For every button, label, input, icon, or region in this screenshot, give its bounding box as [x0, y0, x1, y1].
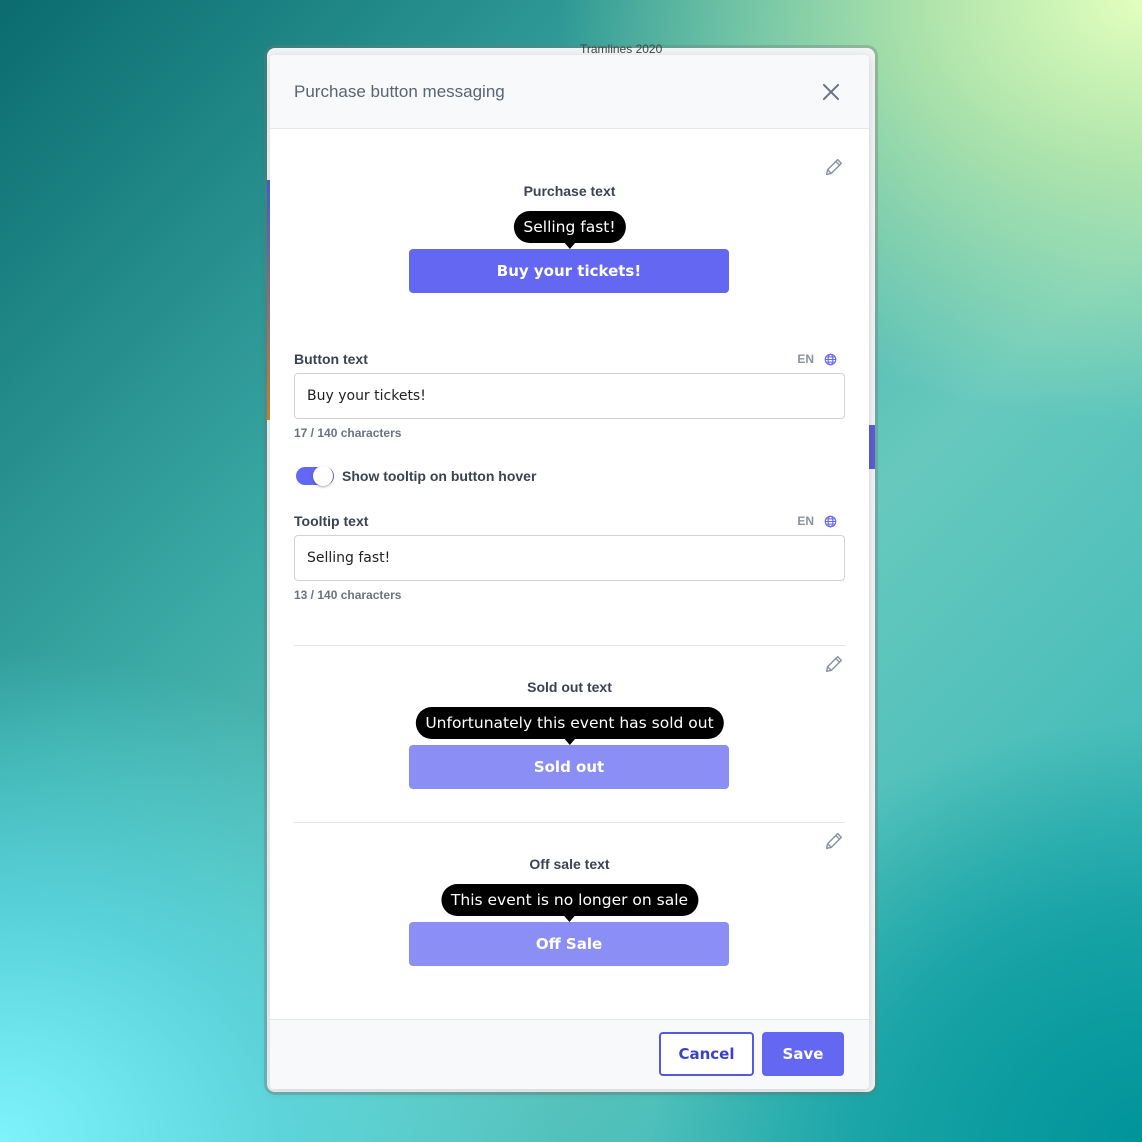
section-divider — [294, 822, 845, 823]
button-text-char-count: 17 / 140 characters — [294, 426, 402, 440]
off-sale-button-preview[interactable]: Off Sale — [409, 922, 729, 966]
sold-out-button-preview[interactable]: Sold out — [409, 745, 729, 789]
sold-out-section: Sold out text Unfortunately this event h… — [294, 645, 845, 821]
tooltip-text-char-count: 13 / 140 characters — [294, 588, 402, 602]
tooltip-text-language[interactable]: EN — [797, 514, 837, 528]
tooltip-toggle-row[interactable]: Show tooltip on button hover — [296, 466, 537, 486]
purchase-text-label: Purchase text — [523, 183, 616, 199]
language-code: EN — [797, 352, 814, 366]
close-icon[interactable] — [821, 82, 841, 102]
sold-out-tooltip-preview: Unfortunately this event has sold out — [415, 707, 724, 739]
section-divider — [294, 645, 845, 646]
modal-header: Purchase button messaging — [270, 55, 869, 129]
toggle-knob — [313, 466, 333, 486]
button-text-input[interactable] — [294, 373, 845, 419]
purchase-button-messaging-modal: Purchase button messaging Purchase text … — [270, 55, 869, 1089]
background-page-title: Tramlines 2020 — [580, 42, 663, 56]
off-sale-section: Off sale text This event is no longer on… — [294, 822, 845, 998]
purchase-button-preview[interactable]: Buy your tickets! — [409, 249, 729, 293]
tooltip-toggle-switch[interactable] — [296, 466, 334, 486]
button-text-language[interactable]: EN — [797, 352, 837, 366]
purchase-section: Purchase text Selling fast! Buy your tic… — [294, 129, 845, 629]
globe-icon — [824, 515, 837, 527]
pencil-icon[interactable] — [823, 156, 845, 178]
pencil-icon[interactable] — [823, 830, 845, 852]
off-sale-text-label: Off sale text — [529, 856, 610, 872]
modal-footer: Cancel Save — [270, 1019, 869, 1089]
background-button-strip — [869, 425, 875, 469]
tooltip-text-input[interactable] — [294, 535, 845, 581]
button-text-label: Button text — [294, 351, 368, 367]
tooltip-text-label: Tooltip text — [294, 513, 369, 529]
language-code: EN — [797, 514, 814, 528]
off-sale-tooltip-preview: This event is no longer on sale — [440, 884, 699, 916]
globe-icon — [824, 353, 837, 365]
purchase-tooltip-preview: Selling fast! — [513, 211, 626, 243]
modal-body: Purchase text Selling fast! Buy your tic… — [270, 129, 869, 1019]
cancel-button[interactable]: Cancel — [659, 1032, 754, 1076]
modal-title: Purchase button messaging — [294, 81, 505, 101]
pencil-icon[interactable] — [823, 653, 845, 675]
tooltip-toggle-label: Show tooltip on button hover — [342, 468, 537, 484]
save-button[interactable]: Save — [762, 1032, 844, 1076]
sold-out-text-label: Sold out text — [527, 679, 612, 695]
